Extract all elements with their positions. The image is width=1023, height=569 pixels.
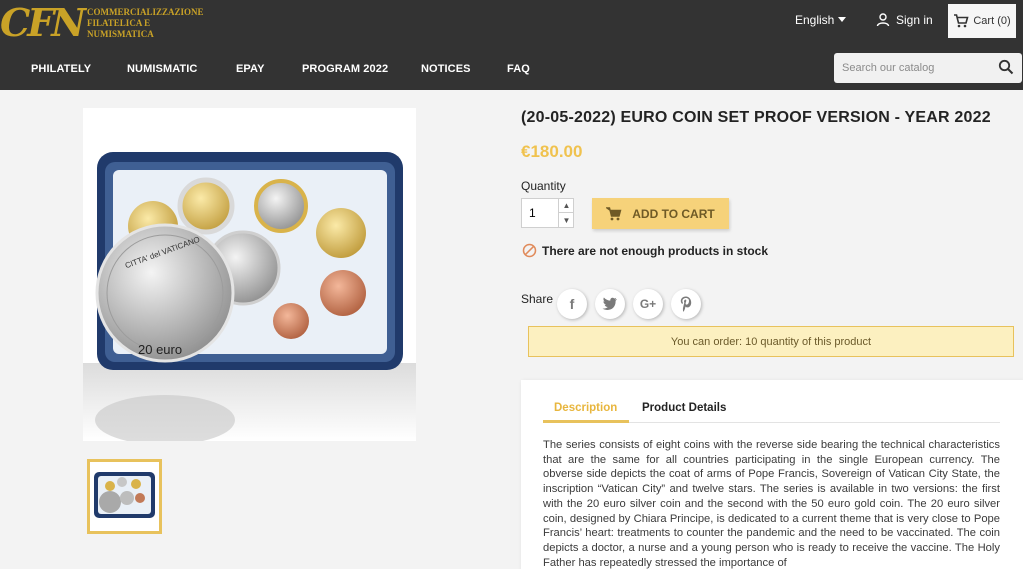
logo-line: NUMISMATICA [86,28,154,39]
logo-mark: CFN [0,0,86,45]
logo-text: COMMERCIALIZZAZIONE FILATELICA E NUMISMA… [87,7,204,40]
google-plus-share-button[interactable]: G+ [633,289,663,319]
nav-numismatic[interactable]: NUMISMATIC [127,63,197,75]
coin-label: 20 euro [138,342,183,357]
nav-philately[interactable]: PHILATELY [31,63,91,75]
google-plus-icon: G+ [639,297,657,311]
twitter-icon [602,297,617,310]
active-tab-indicator [543,420,629,423]
order-quantity-notice: You can order: 10 quantity of this produ… [528,326,1014,357]
stock-warning-text: There are not enough products in stock [542,243,769,258]
block-icon [522,243,537,258]
language-selector[interactable]: English [795,13,847,27]
quantity-increase-button[interactable]: ▲ [558,199,574,213]
product-main-image[interactable]: 20 euro CITTA' del VATICANO [83,108,416,441]
description-text: The series consists of eight coins with … [543,439,1000,569]
coin-set-image [83,152,416,441]
pinterest-icon [680,296,692,312]
search-input[interactable] [834,53,994,83]
pinterest-share-button[interactable] [671,289,701,319]
share-label: Share [521,292,554,306]
sign-in-link[interactable]: Sign in [876,13,933,27]
quantity-decrease-button[interactable]: ▼ [558,213,574,227]
facebook-share-button[interactable]: f [557,289,587,319]
tab-description[interactable]: Description [554,402,617,414]
top-bar: CFN COMMERCIALIZZAZIONE FILATELICA E NUM… [0,0,1023,47]
quantity-stepper: ▲ ▼ [521,198,574,228]
twitter-share-button[interactable] [595,289,625,319]
cart-button[interactable]: Cart (0) [948,4,1016,38]
stock-warning: There are not enough products in stock [522,243,768,258]
facebook-icon: f [569,296,575,312]
tab-product-details[interactable]: Product Details [642,402,726,414]
nav-faq[interactable]: FAQ [507,63,530,75]
cart-icon [606,206,622,220]
product-tabs: Description Product Details The series c… [521,380,1023,569]
user-icon [876,13,890,27]
language-label: English [795,13,835,27]
logo-line: COMMERCIALIZZAZIONE [86,6,204,17]
add-to-cart-label: ADD TO CART [632,206,715,221]
search-icon[interactable] [998,59,1014,80]
cart-label: Cart (0) [973,15,1011,27]
cart-icon [954,14,969,28]
brand-logo[interactable]: CFN COMMERCIALIZZAZIONE FILATELICA E NUM… [0,3,203,43]
thumbnail-image [94,472,155,518]
logo-line: FILATELICA E [86,17,151,28]
sign-in-label: Sign in [896,13,933,27]
product-title: (20-05-2022) EURO COIN SET PROOF VERSION… [521,109,991,126]
caret-down-icon [838,17,847,22]
nav-epay[interactable]: EPAY [236,63,265,75]
product-price: €180.00 [521,142,583,161]
product-thumbnail[interactable] [87,459,162,534]
nav-notices[interactable]: NOTICES [421,63,471,75]
quantity-input[interactable] [522,199,558,227]
quantity-label: Quantity [521,179,566,193]
search-box [834,53,1022,83]
order-quantity-text: You can order: 10 quantity of this produ… [670,335,872,348]
nav-program-2022[interactable]: PROGRAM 2022 [302,63,388,75]
add-to-cart-button[interactable]: ADD TO CART [592,198,729,229]
